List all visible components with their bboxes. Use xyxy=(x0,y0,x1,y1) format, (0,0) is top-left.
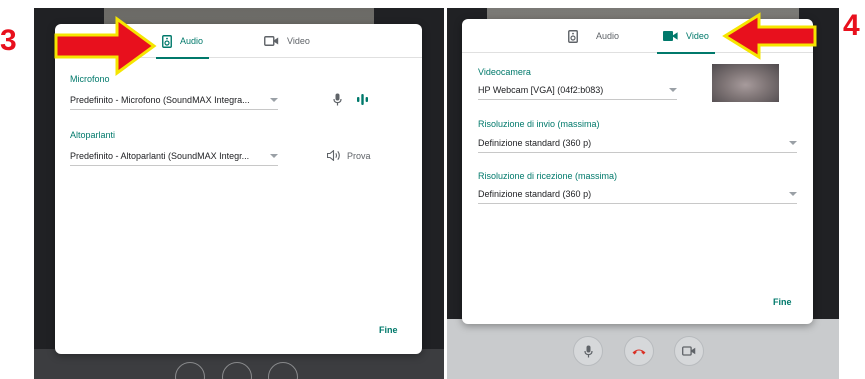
tab-audio-label: Audio xyxy=(596,31,620,41)
chevron-down-icon xyxy=(270,153,278,158)
speakers-select[interactable]: Predefinito - Altoparlanti (SoundMAX Int… xyxy=(70,146,278,166)
screenshot-stage: Audio Video Microfono Predefinito - Micr… xyxy=(0,0,865,379)
video-camera-icon xyxy=(682,346,696,356)
send-resolution-label: Risoluzione di invio (massima) xyxy=(478,119,600,129)
microphone-toggle-button[interactable] xyxy=(573,336,603,366)
microphone-icon xyxy=(583,345,593,357)
callout-arrow-left-icon xyxy=(722,12,817,60)
speaker-device-icon xyxy=(162,34,172,48)
speakers-select-value: Predefinito - Altoparlanti (SoundMAX Int… xyxy=(70,150,250,161)
microphone-select[interactable]: Predefinito - Microfono (SoundMAX Integr… xyxy=(70,90,278,110)
chevron-down-icon xyxy=(789,140,797,145)
camera-toggle-button[interactable] xyxy=(674,336,704,366)
tab-audio[interactable]: Audio xyxy=(568,19,619,53)
receive-resolution-value: Definizione standard (360 p) xyxy=(478,188,592,199)
hang-up-button[interactable] xyxy=(624,336,654,366)
camera-select[interactable]: HP Webcam [VGA] (04f2:b083) xyxy=(478,80,677,100)
speaker-device-icon xyxy=(568,29,578,43)
hangup-icon xyxy=(632,349,646,354)
microphone-select-value: Predefinito - Microfono (SoundMAX Integr… xyxy=(70,94,250,105)
settings-dialog-video: Audio Video Videocamera HP Webcam [VGA] … xyxy=(462,19,813,324)
receive-resolution-select[interactable]: Definizione standard (360 p) xyxy=(478,184,797,204)
done-button[interactable]: Fine xyxy=(773,297,792,307)
microphone-test[interactable] xyxy=(333,93,342,106)
chevron-down-icon xyxy=(669,87,677,92)
step-number-left: 3 xyxy=(0,24,17,57)
camera-select-value: HP Webcam [VGA] (04f2:b083) xyxy=(478,84,604,95)
speakers-label: Altoparlanti xyxy=(70,130,116,140)
tab-audio[interactable]: Audio xyxy=(155,24,210,59)
microphone-icon xyxy=(333,93,342,106)
tab-video[interactable]: Video xyxy=(657,19,715,54)
speakers-test-button[interactable]: Prova xyxy=(327,150,371,161)
step-number-right: 4 xyxy=(843,9,860,42)
speakers-test-label: Prova xyxy=(347,150,371,161)
done-button[interactable]: Fine xyxy=(379,325,398,335)
chevron-down-icon xyxy=(789,191,797,196)
tab-audio-label: Audio xyxy=(180,36,204,46)
camera-label: Videocamera xyxy=(478,67,531,77)
audio-level-icon xyxy=(357,94,368,105)
audio-level-indicator xyxy=(357,94,368,105)
callout-arrow-right-icon xyxy=(54,16,157,76)
tab-video-label: Video xyxy=(686,31,709,41)
volume-icon xyxy=(327,150,340,161)
chevron-down-icon xyxy=(270,97,278,102)
camera-preview xyxy=(712,64,779,102)
receive-resolution-label: Risoluzione di ricezione (massima) xyxy=(478,171,618,181)
send-resolution-select[interactable]: Definizione standard (360 p) xyxy=(478,133,797,153)
video-camera-icon xyxy=(663,31,678,41)
video-camera-icon xyxy=(264,36,279,46)
tab-video-label: Video xyxy=(287,36,310,46)
send-resolution-value: Definizione standard (360 p) xyxy=(478,137,592,148)
tab-video[interactable]: Video xyxy=(264,24,310,58)
